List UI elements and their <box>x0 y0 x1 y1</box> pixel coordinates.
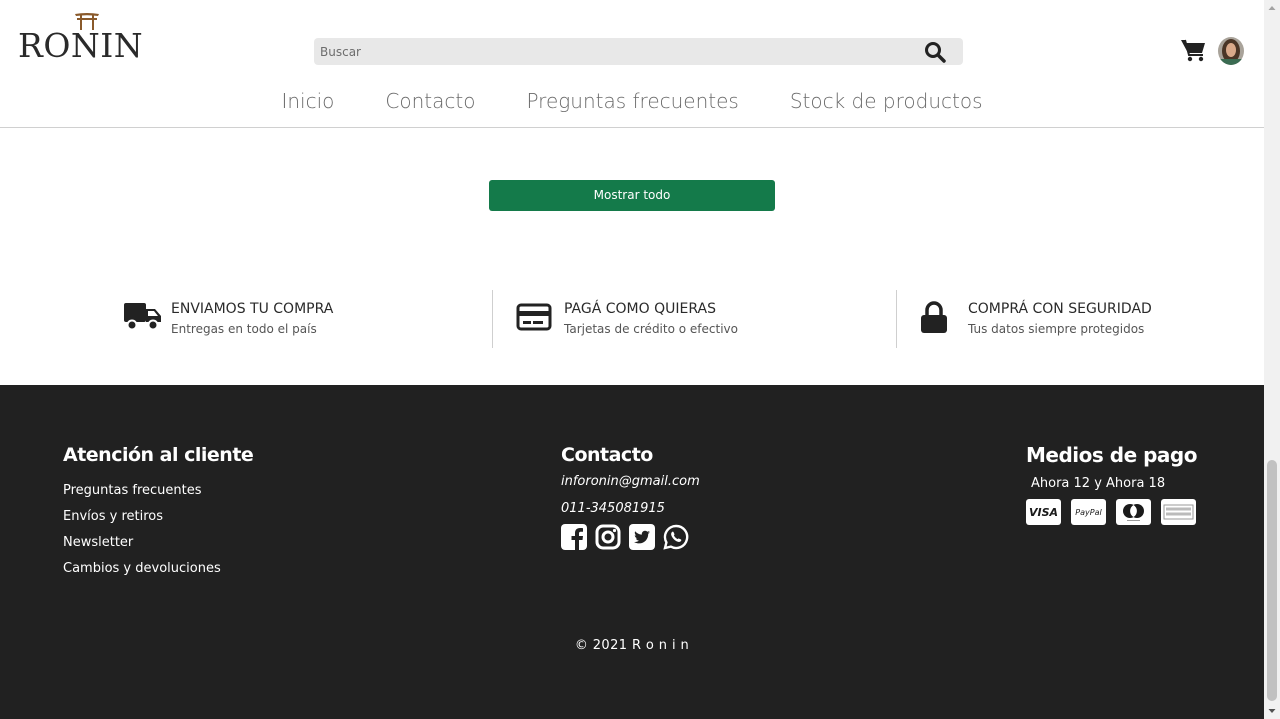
feature-subtitle: Entregas en todo el país <box>171 322 317 336</box>
footer-payment: Medios de pago Ahora 12 y Ahora 18 VISA … <box>1026 442 1197 525</box>
installments-text: Ahora 12 y Ahora 18 <box>1031 476 1166 491</box>
vertical-scrollbar[interactable] <box>1264 0 1280 719</box>
footer-link-faq[interactable]: Preguntas frecuentes <box>63 478 253 504</box>
amex-icon <box>1161 499 1196 525</box>
footer-customer-service: Atención al cliente Preguntas frecuentes… <box>63 442 254 582</box>
truck-icon <box>124 303 161 331</box>
scroll-down-arrow-icon[interactable] <box>1264 703 1280 719</box>
scroll-up-arrow-icon[interactable] <box>1264 0 1280 16</box>
footer-contact: Contacto inforonin@gmail.com 011-3450819… <box>561 442 700 550</box>
payment-cards: VISA PayPal <box>1026 499 1197 525</box>
footer-link-newsletter[interactable]: Newsletter <box>63 530 253 556</box>
instagram-icon[interactable] <box>595 524 621 550</box>
mastercard-icon <box>1116 499 1151 525</box>
nav-stock-de-productos[interactable]: Stock de productos <box>790 86 983 116</box>
credit-card-icon <box>516 303 552 331</box>
scrollbar-thumb[interactable] <box>1267 460 1277 701</box>
footer-heading: Atención al cliente <box>63 444 254 466</box>
site-header: RONIN Inicio Contacto Preguntas frecuent… <box>0 0 1264 128</box>
feature-payment: PAGÁ COMO QUIERAS Tarjetas de crédito o … <box>516 300 776 340</box>
feature-subtitle: Tarjetas de crédito o efectivo <box>564 322 738 336</box>
main-nav: Inicio Contacto Preguntas frecuentes Sto… <box>0 86 1264 116</box>
lock-icon <box>921 301 947 333</box>
contact-email[interactable]: inforonin@gmail.com <box>561 474 700 489</box>
feature-title: ENVIAMOS TU COMPRA <box>171 301 334 317</box>
features-strip: ENVIAMOS TU COMPRA Entregas en todo el p… <box>0 288 1264 350</box>
footer-heading: Contacto <box>561 444 653 466</box>
feature-divider <box>896 290 897 348</box>
visa-icon: VISA <box>1026 499 1061 525</box>
footer-heading: Medios de pago <box>1026 443 1197 467</box>
footer-link-shipping[interactable]: Envíos y retiros <box>63 504 253 530</box>
nav-contacto[interactable]: Contacto <box>385 86 475 116</box>
nav-inicio[interactable]: Inicio <box>281 86 334 116</box>
feature-title: PAGÁ COMO QUIERAS <box>564 301 716 317</box>
contact-phone: 011-345081915 <box>561 501 665 516</box>
footer-link-returns[interactable]: Cambios y devoluciones <box>63 556 253 582</box>
search-input[interactable] <box>314 38 914 65</box>
feature-shipping: ENVIAMOS TU COMPRA Entregas en todo el p… <box>124 300 384 340</box>
whatsapp-icon[interactable] <box>663 524 689 550</box>
user-avatar[interactable] <box>1218 37 1244 65</box>
ronin-logo[interactable]: RONIN <box>18 12 146 65</box>
nav-preguntas-frecuentes[interactable]: Preguntas frecuentes <box>526 86 738 116</box>
search-bar <box>314 38 963 65</box>
site-footer: Atención al cliente Preguntas frecuentes… <box>0 385 1264 719</box>
facebook-icon[interactable] <box>561 524 587 550</box>
social-links <box>561 524 700 550</box>
feature-title: COMPRÁ CON SEGURIDAD <box>968 301 1152 317</box>
shopping-cart-icon[interactable] <box>1180 38 1206 62</box>
paypal-icon: PayPal <box>1071 499 1106 525</box>
logo-text: RONIN <box>18 26 144 65</box>
copyright-text: © 2021 R o n i n <box>574 638 690 653</box>
feature-security: COMPRÁ CON SEGURIDAD Tus datos siempre p… <box>920 300 1180 340</box>
feature-subtitle: Tus datos siempre protegidos <box>968 322 1145 336</box>
search-icon[interactable] <box>923 40 947 64</box>
show-all-button[interactable]: Mostrar todo <box>489 180 775 211</box>
feature-divider <box>492 290 493 348</box>
twitter-icon[interactable] <box>629 524 655 550</box>
